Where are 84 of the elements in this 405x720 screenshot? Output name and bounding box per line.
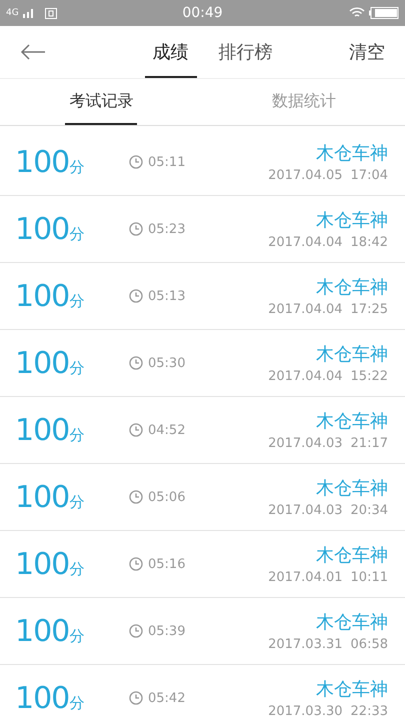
record-time: 10:11 [350,570,388,585]
record-date: 2017.04.03 [268,503,343,518]
clock-icon [129,356,143,370]
duration-text: 05:39 [148,624,186,638]
record-time: 17:25 [350,302,388,317]
header-tab[interactable]: 成绩 [144,26,196,78]
clock-icon [129,557,143,571]
clock-icon [129,155,143,169]
clock-icon [129,423,143,437]
score-value: 100 [15,412,70,448]
clock-icon [129,289,143,303]
record-row[interactable]: 100分 04:52 木仓车神 2017.04.03 21:17 [0,397,405,464]
duration-text: 05:06 [148,490,186,504]
sub-tab[interactable]: 数据统计 [202,79,405,125]
record-row[interactable]: 100分 05:16 木仓车神 2017.04.01 10:11 [0,531,405,598]
score-value: 100 [15,212,70,246]
record-date: 2017.04.05 [268,168,343,183]
score-unit: 分 [69,560,84,578]
score-unit: 分 [69,158,84,176]
record-time: 15:22 [350,369,388,384]
record-time: 20:34 [350,503,388,518]
sub-tab[interactable]: 考试记录 [0,79,202,125]
record-date: 2017.03.30 [268,704,343,719]
record-time: 17:04 [350,168,388,183]
record-row[interactable]: 100分 05:11 木仓车神 2017.04.05 17:04 [0,129,405,196]
record-time: 18:42 [350,235,388,250]
user-name: 木仓车神 [316,477,388,500]
score-value: 100 [15,278,70,314]
duration-text: 05:42 [148,690,186,706]
record-row[interactable]: 100分 05:06 木仓车神 2017.04.03 20:34 [0,464,405,531]
duration-text: 04:52 [148,422,186,438]
clock-icon [129,490,143,504]
record-row[interactable]: 100分 05:13 木仓车神 2017.04.04 17:25 [0,263,405,330]
user-name: 木仓车神 [316,544,388,567]
user-name: 木仓车神 [316,410,388,433]
score-unit: 分 [69,694,84,712]
record-time: 21:17 [350,436,388,451]
duration-text: 05:16 [148,556,186,572]
user-name: 木仓车神 [316,611,388,634]
user-name: 木仓车神 [316,276,388,299]
duration-text: 05:23 [148,222,186,236]
score-unit: 分 [69,426,84,444]
status-time: 00:49 [182,5,223,21]
record-time: 22:33 [350,704,388,719]
record-time: 06:58 [350,637,388,652]
record-row[interactable]: 100分 05:42 木仓车神 2017.03.30 22:33 [0,665,405,720]
score-value: 100 [15,680,70,716]
battery-icon [369,7,400,19]
duration-text: 05:30 [148,356,186,370]
score-value: 100 [15,614,70,648]
signal-icon [22,8,36,18]
record-date: 2017.04.03 [268,436,343,451]
record-date: 2017.04.04 [268,235,343,250]
user-name: 木仓车神 [316,678,388,701]
duration-text: 05:11 [148,154,186,170]
record-date: 2017.04.04 [268,302,343,317]
user-name: 木仓车神 [316,209,388,232]
clear-button[interactable]: 清空 [349,40,385,64]
score-value: 100 [15,144,70,180]
score-value: 100 [15,480,70,514]
notification-icon [44,8,57,18]
back-icon[interactable] [20,44,46,60]
score-value: 100 [15,546,70,582]
user-name: 木仓车神 [316,343,388,366]
score-unit: 分 [69,224,84,244]
record-date: 2017.03.31 [268,637,343,652]
score-unit: 分 [69,626,84,646]
user-name: 木仓车神 [316,142,388,165]
score-unit: 分 [69,292,84,310]
record-date: 2017.04.01 [268,570,343,585]
wifi-icon [349,7,366,19]
header-tab[interactable]: 排行榜 [210,26,280,78]
record-row[interactable]: 100分 05:39 木仓车神 2017.03.31 06:58 [0,598,405,665]
clock-icon [129,691,143,705]
duration-text: 05:13 [148,288,186,304]
clock-icon [129,222,143,236]
score-unit: 分 [69,358,84,378]
record-row[interactable]: 100分 05:23 木仓车神 2017.04.04 18:42 [0,196,405,263]
network-label: 4G [6,8,19,18]
clock-icon [129,624,143,638]
record-row[interactable]: 100分 05:30 木仓车神 2017.04.04 15:22 [0,330,405,397]
score-unit: 分 [69,492,84,512]
record-date: 2017.04.04 [268,369,343,384]
score-value: 100 [15,346,70,380]
